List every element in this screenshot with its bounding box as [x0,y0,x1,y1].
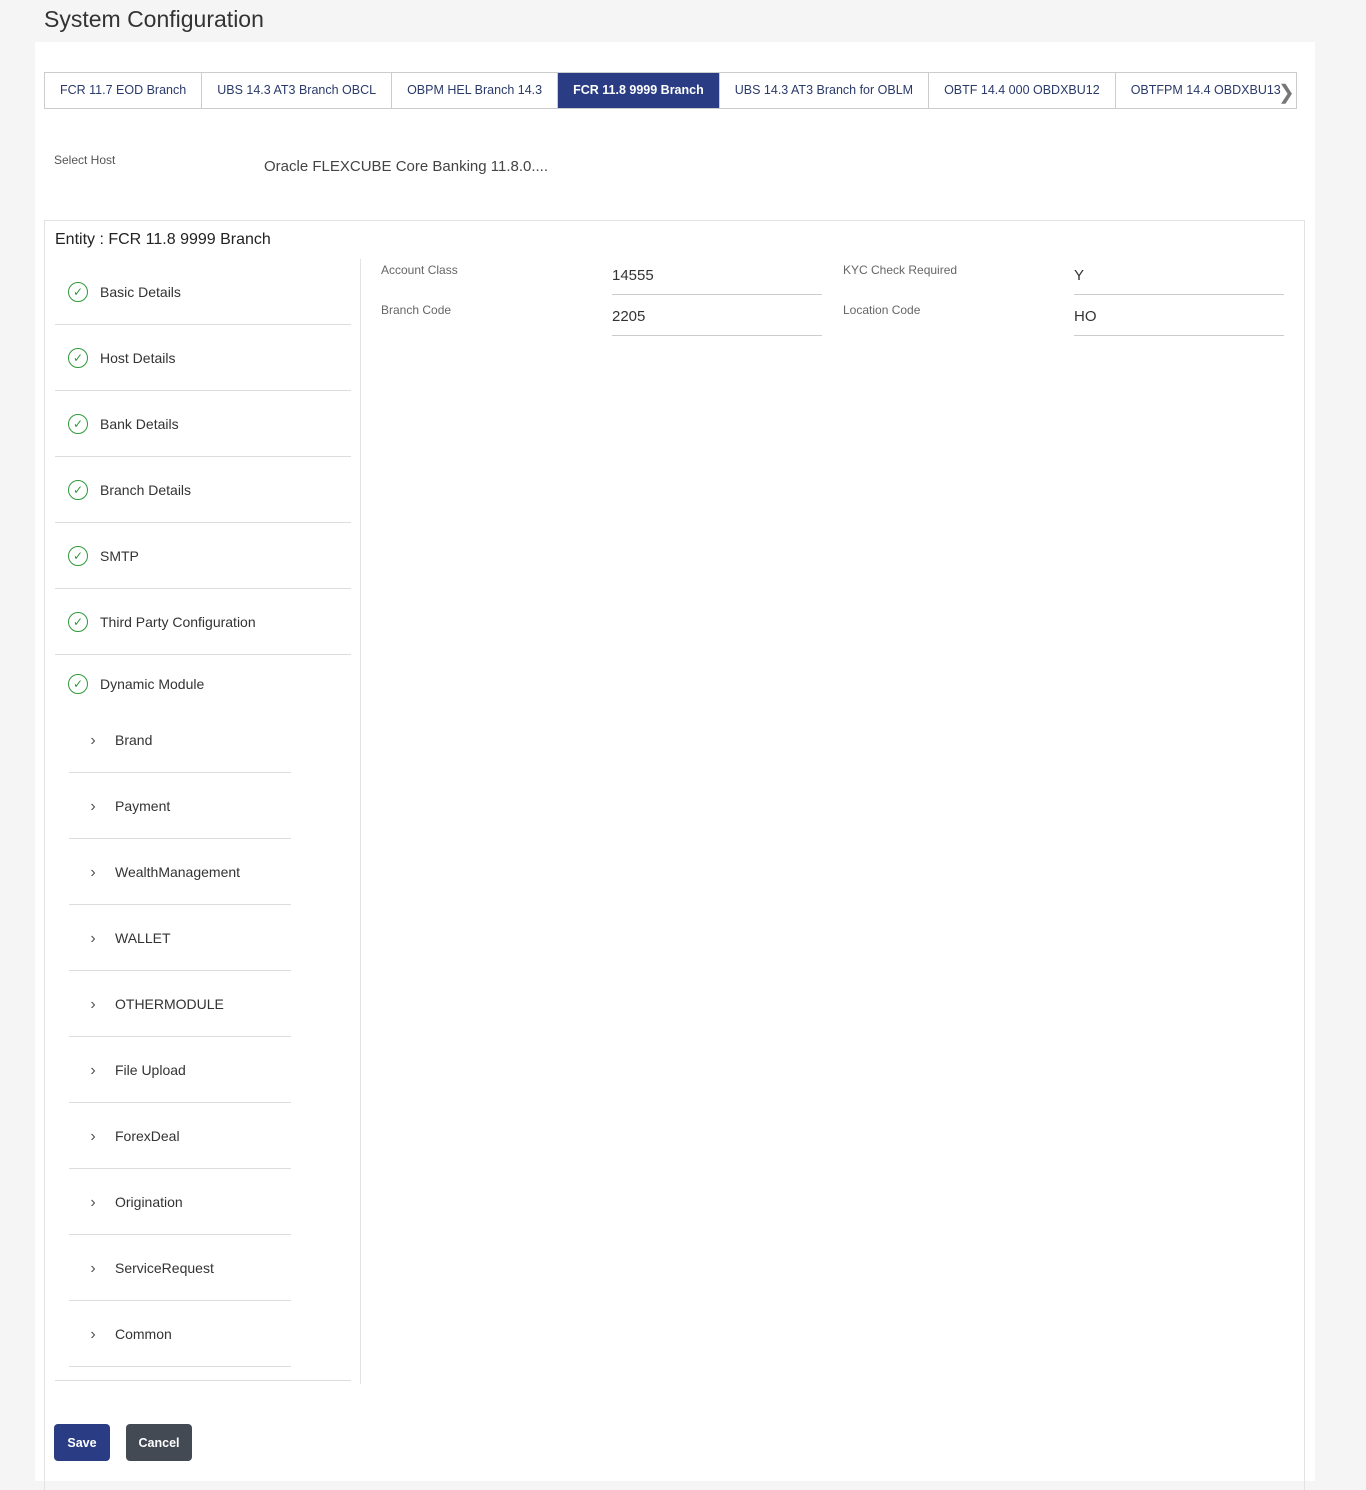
branch-code-value: 2205 [612,301,822,336]
sub-nav-label: Common [115,1325,172,1342]
chevron-right-icon: › [90,1325,96,1343]
sub-nav-othermodule[interactable]: › OTHERMODULE [69,971,291,1037]
nav-basic-details[interactable]: ✓ Basic Details [55,259,351,325]
tab-obtf[interactable]: OBTF 14.4 000 OBDXBU12 [929,73,1116,108]
config-panel: FCR 11.7 EOD Branch UBS 14.3 AT3 Branch … [35,42,1315,1490]
sub-nav-label: Payment [115,797,171,814]
entity-section: Entity : FCR 11.8 9999 Branch ✓ Basic Det… [44,220,1305,1490]
chevron-right-icon: › [90,995,96,1013]
select-host-label: Select Host [54,153,116,167]
nav-label: Dynamic Module [100,676,205,692]
section-nav: ✓ Basic Details ✓ Host Details ✓ Bank Detai… [55,259,351,1381]
nav-label: Basic Details [100,283,181,300]
location-code-value: HO [1074,301,1284,336]
sub-nav-wealth[interactable]: › WealthManagement [69,839,291,905]
check-circle-icon: ✓ [68,413,88,434]
sub-nav-label: WealthManagement [115,863,241,880]
sub-nav-label: OTHERMODULE [115,995,224,1012]
tab-obtfpm[interactable]: OBTFPM 14.4 OBDXBU13 [1116,73,1297,108]
kyc-label: KYC Check Required [843,263,958,277]
page-title: System Configuration [44,6,264,32]
sub-nav-label: ServiceRequest [115,1259,214,1276]
check-circle-icon: ✓ [68,545,88,566]
tab-ubs-oblm[interactable]: UBS 14.3 AT3 Branch for OBLM [720,73,930,108]
sub-nav-common[interactable]: › Common [69,1301,291,1367]
nav-bank-details[interactable]: ✓ Bank Details [55,391,351,457]
chevron-right-icon: › [90,1259,96,1277]
sub-nav-brand[interactable]: › Brand [69,707,291,773]
sub-nav-origination[interactable]: › Origination [69,1169,291,1235]
tab-fcr-11-8[interactable]: FCR 11.8 9999 Branch [558,73,720,108]
check-circle-icon: ✓ [68,674,88,694]
chevron-right-icon: › [90,1127,96,1145]
nav-label: SMTP [100,547,139,564]
nav-dynamic-module[interactable]: ✓ Dynamic Module [55,655,351,707]
location-code-label: Location Code [843,303,921,317]
sub-nav-label: ForexDeal [115,1127,180,1144]
nav-branch-details[interactable]: ✓ Branch Details [55,457,351,523]
nav-label: Branch Details [100,481,192,498]
tab-fcr-11-7[interactable]: FCR 11.7 EOD Branch [45,73,203,108]
sub-nav-servicerequest[interactable]: › ServiceRequest [69,1235,291,1301]
kyc-value: Y [1074,260,1284,295]
nav-third-party[interactable]: ✓ Third Party Configuration [55,589,351,655]
tab-ubs-obcl[interactable]: UBS 14.3 AT3 Branch OBCL [202,73,393,108]
cancel-button[interactable]: Cancel [126,1424,192,1461]
sub-nav-wallet[interactable]: › WALLET [69,905,291,971]
chevron-right-icon: › [90,1061,96,1079]
sub-nav-file-upload[interactable]: › File Upload [69,1037,291,1103]
nav-label: Bank Details [100,415,179,432]
check-circle-icon: ✓ [68,347,88,368]
check-circle-icon: ✓ [68,479,88,500]
sub-nav-label: File Upload [115,1061,186,1078]
entity-title: Entity : FCR 11.8 9999 Branch [55,231,271,248]
chevron-right-icon[interactable]: ❯ [1278,80,1295,105]
nav-divider [55,1367,351,1381]
nav-host-details[interactable]: ✓ Host Details [55,325,351,391]
account-class-value: 14555 [612,260,822,295]
nav-label: Host Details [100,349,176,366]
save-button[interactable]: Save [54,1424,110,1461]
nav-label: Third Party Configuration [100,613,256,630]
check-circle-icon: ✓ [68,611,88,632]
sub-nav-label: Origination [115,1193,183,1210]
sub-nav-label: WALLET [115,929,171,946]
entity-tabs: FCR 11.7 EOD Branch UBS 14.3 AT3 Branch … [44,72,1297,109]
chevron-right-icon: › [90,797,96,815]
branch-code-label: Branch Code [381,303,452,317]
chevron-right-icon: › [90,929,96,947]
account-class-label: Account Class [381,263,458,277]
sub-nav-payment[interactable]: › Payment [69,773,291,839]
sub-nav-forexdeal[interactable]: › ForexDeal [69,1103,291,1169]
check-circle-icon: ✓ [68,281,88,302]
tab-obpm-hel[interactable]: OBPM HEL Branch 14.3 [392,73,559,108]
sub-nav-label: Brand [115,731,153,748]
nav-smtp[interactable]: ✓ SMTP [55,523,351,589]
select-host-value[interactable]: Oracle FLEXCUBE Core Banking 11.8.0.... [264,158,548,175]
column-divider [360,259,361,1384]
chevron-right-icon: › [90,863,96,881]
chevron-right-icon: › [90,1193,96,1211]
chevron-right-icon: › [90,731,96,749]
